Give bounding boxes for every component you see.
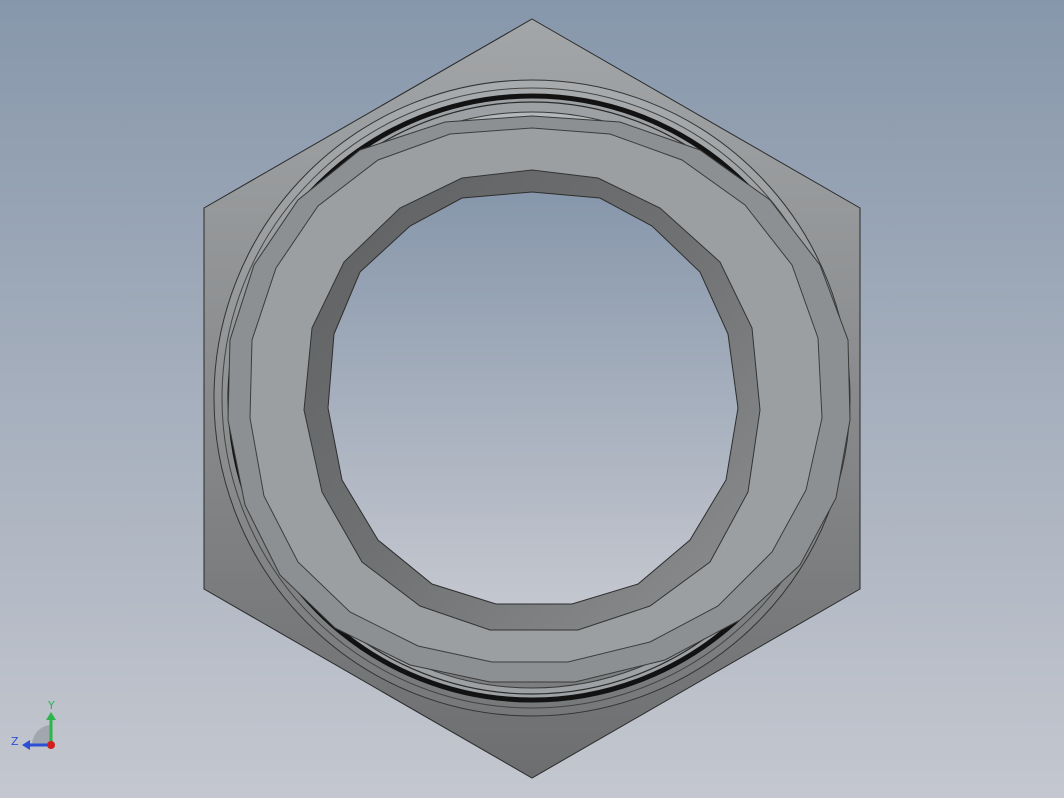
triad-shade xyxy=(31,725,51,745)
x-axis-dot xyxy=(47,741,55,749)
bore-hole xyxy=(327,191,739,605)
z-axis-label: Z xyxy=(11,735,19,748)
y-axis-label: Y xyxy=(48,699,55,712)
y-axis-arrow xyxy=(46,712,56,720)
graphics-viewport[interactable] xyxy=(0,0,1064,798)
coordinate-triad: Y Z xyxy=(8,700,60,756)
z-axis-arrow xyxy=(22,740,30,750)
